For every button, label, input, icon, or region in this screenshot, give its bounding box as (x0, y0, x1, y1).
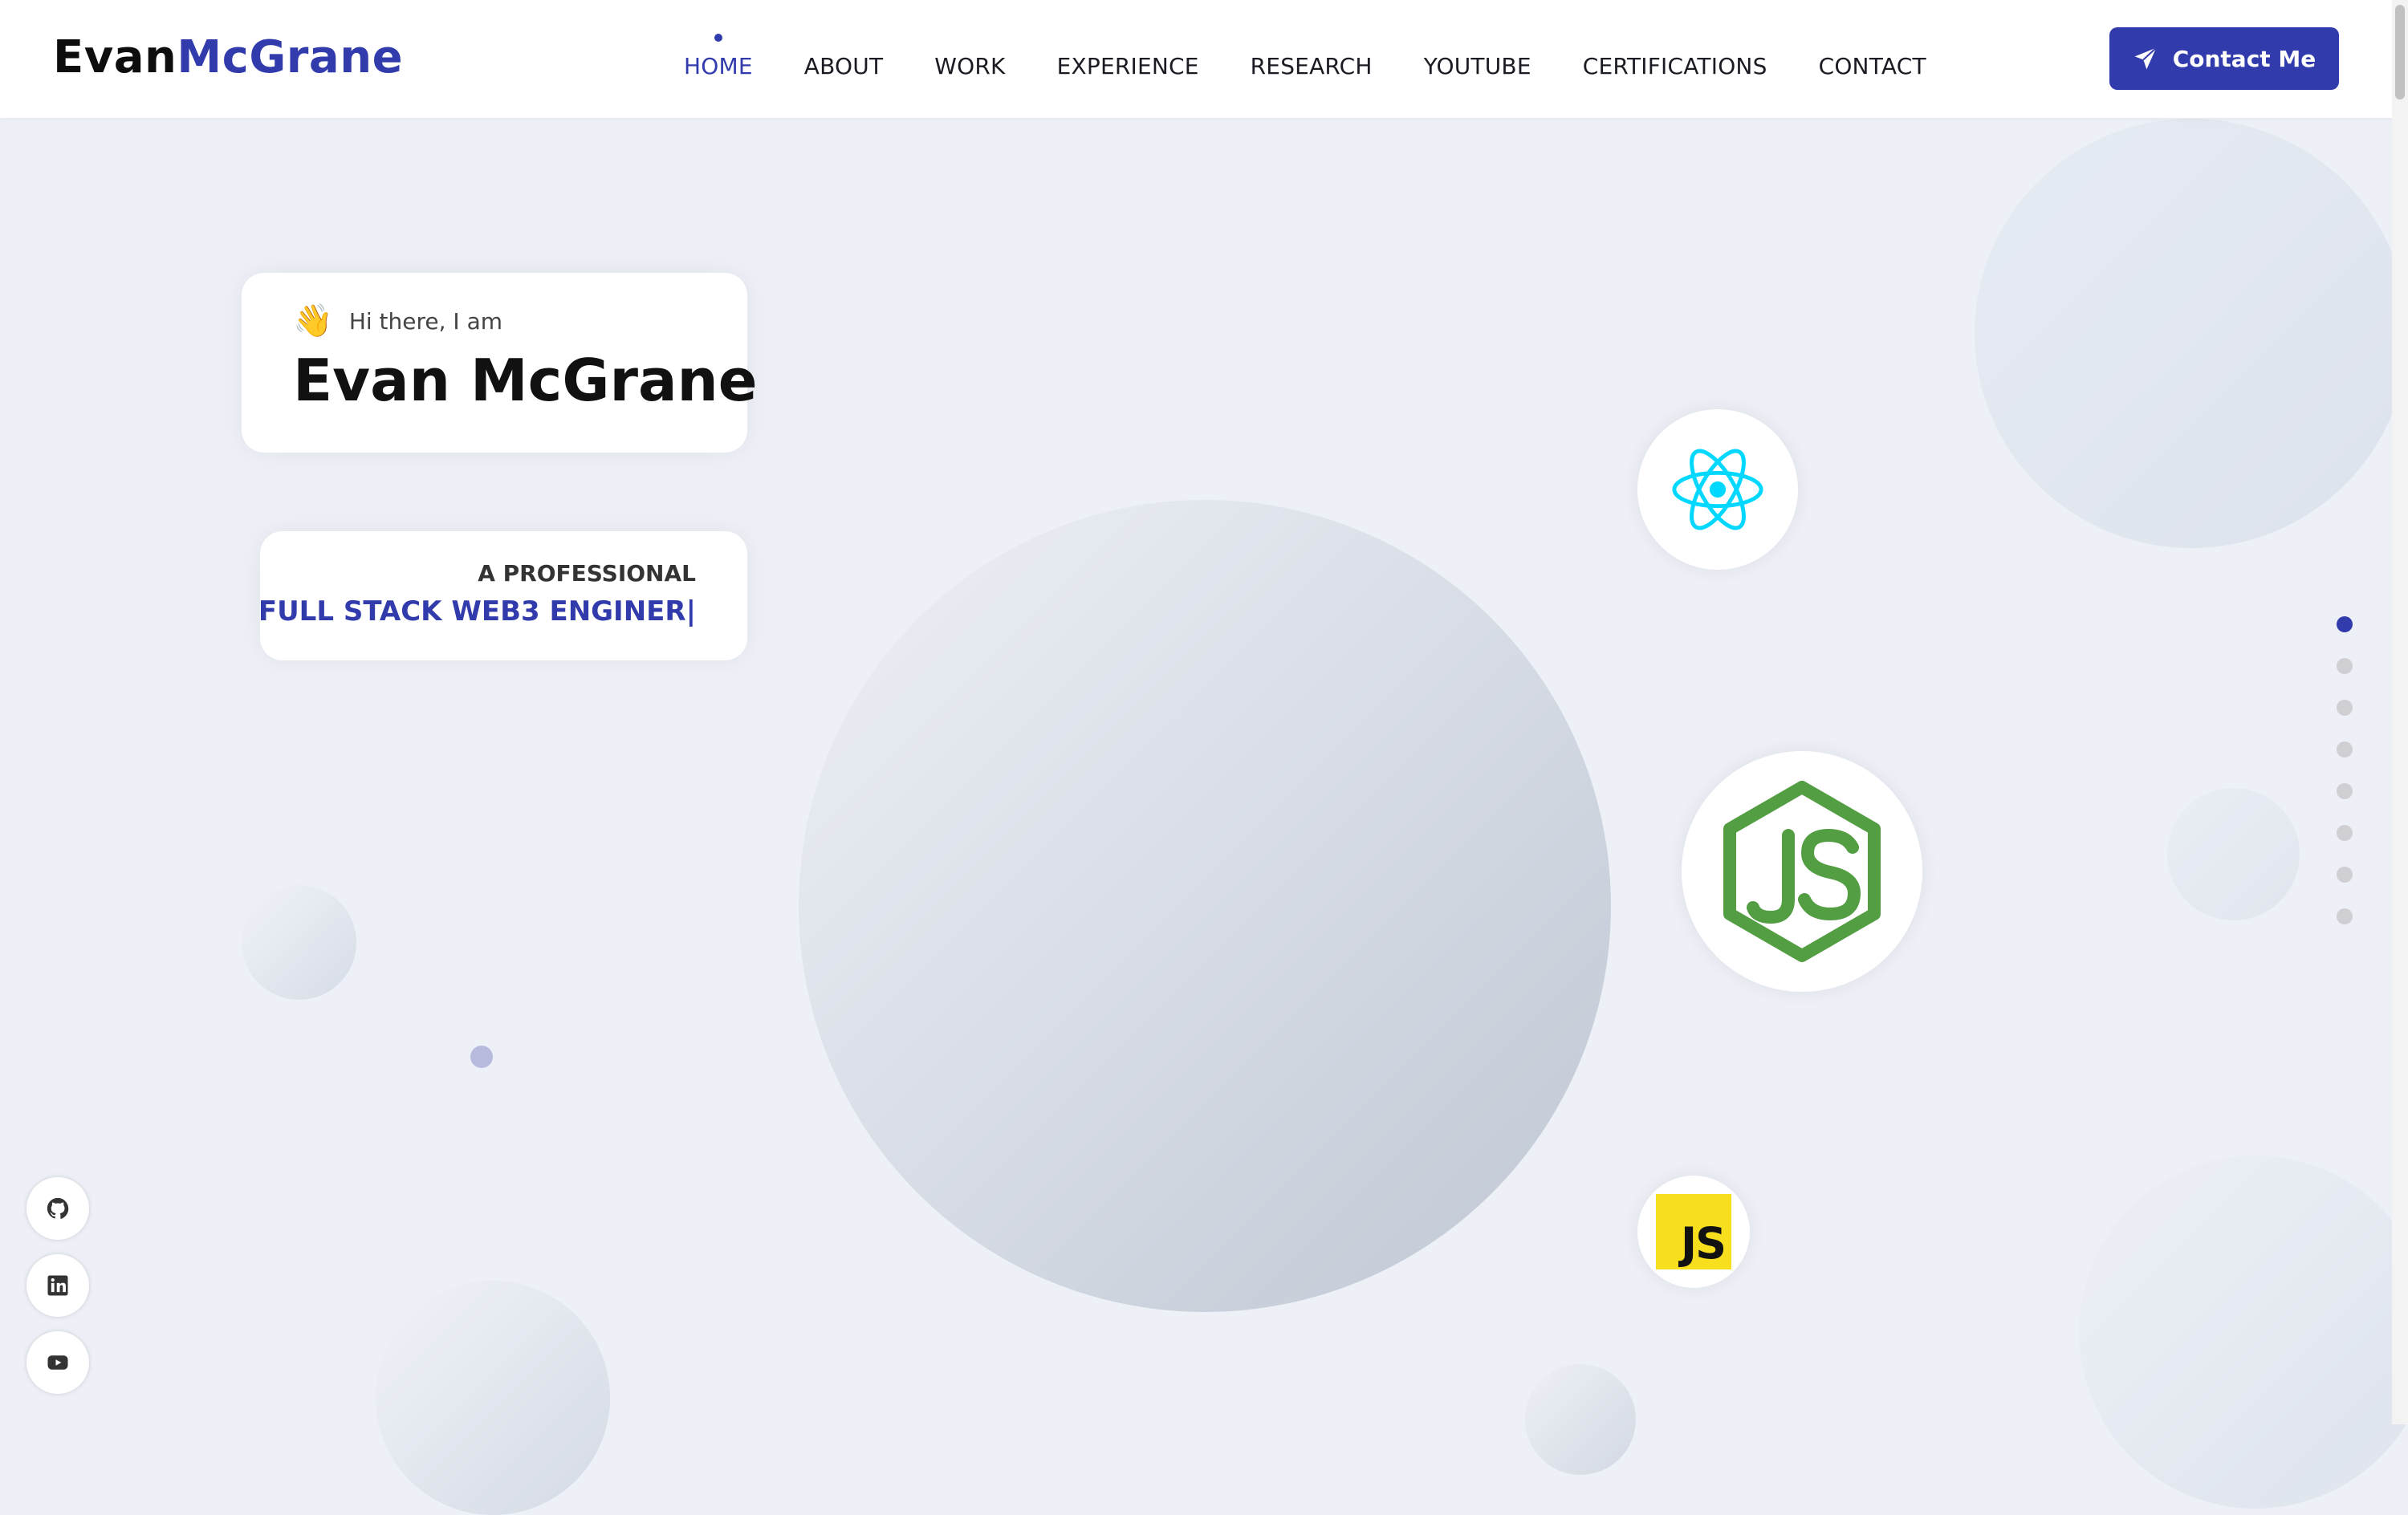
nav-item-label: EXPERIENCE (1056, 53, 1199, 79)
scrollbar-thumb[interactable] (2395, 5, 2405, 100)
navbar: EvanMcGrane HOME ABOUT WORK EXPERIENCE R… (0, 0, 2392, 118)
decorative-bubble (1975, 119, 2408, 548)
javascript-icon: JS (1656, 1194, 1731, 1269)
section-dot-experience[interactable] (2337, 741, 2353, 758)
nav-menu: HOME ABOUT WORK EXPERIENCE RESEARCH YOUT… (658, 32, 1952, 96)
greeting-text: Hi there, I am (348, 307, 503, 335)
logo-first-name: Evan (53, 31, 177, 83)
waving-hand-icon: 👋 (293, 303, 333, 339)
section-dot-work[interactable] (2337, 700, 2353, 716)
nav-item-label: ABOUT (803, 53, 884, 79)
nav-item-contact[interactable]: CONTACT (1793, 32, 1952, 96)
active-indicator-dot (714, 34, 722, 42)
hero-image-circle (799, 500, 1611, 1312)
hero-name: Evan McGrane (293, 347, 758, 414)
section-dot-certifications[interactable] (2337, 867, 2353, 883)
site-logo[interactable]: EvanMcGrane (53, 29, 403, 87)
decorative-dot (470, 1046, 493, 1068)
youtube-icon (47, 1355, 68, 1370)
logo-last-name: McGrane (177, 31, 404, 83)
section-dot-youtube[interactable] (2337, 825, 2353, 841)
nodejs-icon-bubble (1682, 751, 1922, 992)
react-icon-bubble (1637, 409, 1798, 570)
nav-item-label: HOME (684, 53, 753, 79)
github-link[interactable] (26, 1177, 89, 1240)
role-card: A PROFESSIONAL FULL STACK WEB3 ENGINER| (258, 531, 747, 660)
section-dot-about[interactable] (2337, 658, 2353, 674)
react-icon (1672, 449, 1763, 530)
section-nav-dots (2337, 616, 2353, 950)
nav-item-home[interactable]: HOME (658, 32, 779, 96)
decorative-bubble (1525, 1364, 1636, 1475)
youtube-link[interactable] (26, 1331, 89, 1394)
nav-item-work[interactable]: WORK (909, 32, 1031, 96)
javascript-icon-bubble: JS (1637, 1176, 1750, 1288)
nav-item-label: RESEARCH (1250, 53, 1373, 79)
greeting-card: 👋 Hi there, I am Evan McGrane (242, 273, 758, 453)
nav-item-about[interactable]: ABOUT (779, 32, 909, 96)
role-title: FULL STACK WEB3 ENGINER| (258, 595, 696, 628)
nav-item-label: YOUTUBE (1423, 53, 1531, 79)
section-dot-research[interactable] (2337, 783, 2353, 799)
contact-me-label: Contact Me (2172, 45, 2316, 72)
section-dot-home[interactable] (2337, 616, 2353, 632)
contact-me-button[interactable]: Contact Me (2109, 27, 2339, 90)
nav-item-experience[interactable]: EXPERIENCE (1031, 32, 1225, 96)
decorative-bubble (376, 1281, 610, 1515)
nodejs-icon (1723, 781, 1881, 962)
github-icon (47, 1197, 69, 1219)
nav-item-label: CERTIFICATIONS (1582, 53, 1767, 79)
decorative-bubble (2079, 1156, 2408, 1509)
nav-item-certifications[interactable]: CERTIFICATIONS (1557, 32, 1793, 96)
decorative-bubble (242, 885, 356, 1000)
page-scrollbar[interactable] (2392, 0, 2408, 1424)
section-dot-contact[interactable] (2337, 908, 2353, 924)
linkedin-link[interactable] (26, 1254, 89, 1317)
role-prefix: A PROFESSIONAL (478, 560, 696, 587)
nav-item-label: WORK (934, 53, 1006, 79)
paper-plane-icon (2134, 47, 2157, 70)
nav-item-label: CONTACT (1818, 53, 1926, 79)
decorative-bubble (2167, 788, 2300, 920)
nav-item-youtube[interactable]: YOUTUBE (1398, 32, 1557, 96)
linkedin-icon (47, 1275, 68, 1296)
nav-item-research[interactable]: RESEARCH (1225, 32, 1398, 96)
